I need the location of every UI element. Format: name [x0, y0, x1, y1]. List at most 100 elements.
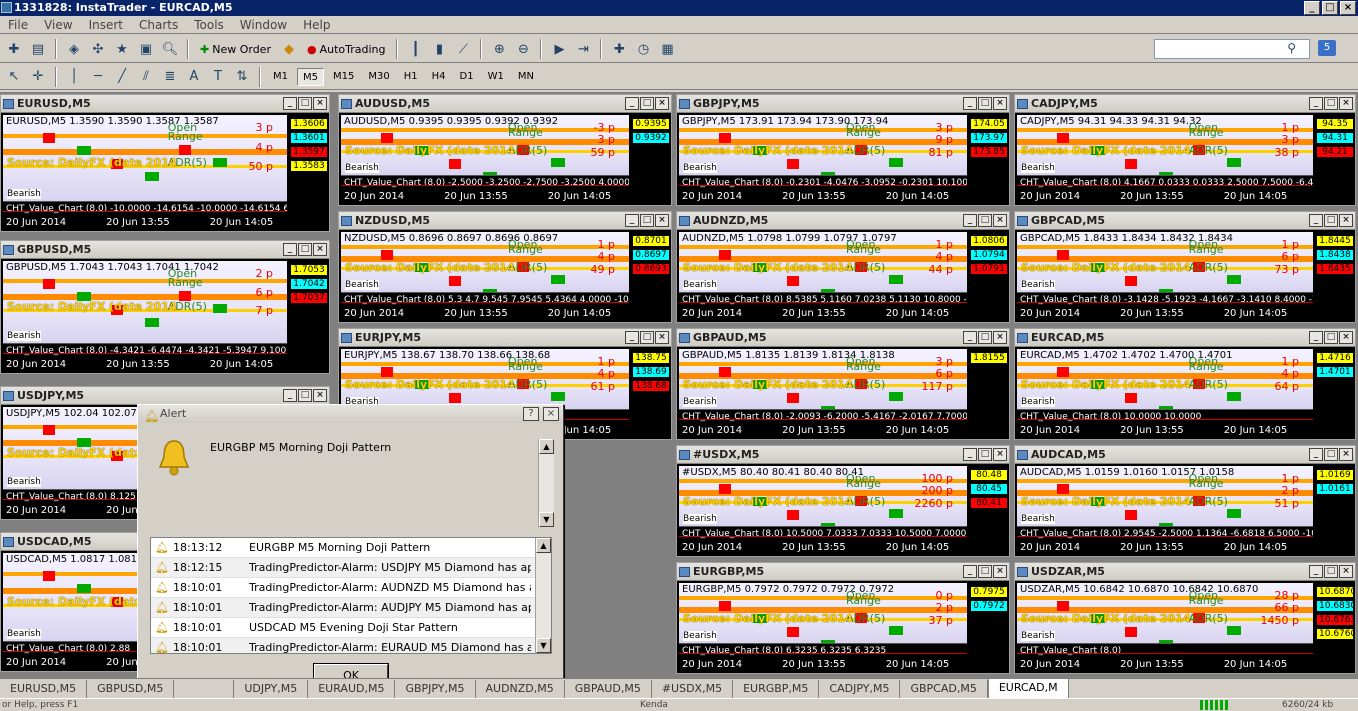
timeframe-h4[interactable]: H4	[427, 68, 451, 86]
chart-minimize-button[interactable]: _	[625, 97, 639, 110]
list-item[interactable]: 🔔︎ 18:10:01 TradingPredictor-Alarm: EURA…	[151, 638, 551, 653]
price-chart-area[interactable]: GBPUSD,M5 1.7043 1.7043 1.7041 1.7042 Op…	[3, 261, 287, 343]
chart-window-header[interactable]: EURUSD,M5 _ □ ×	[1, 95, 329, 113]
chart-maximize-button[interactable]: □	[978, 331, 992, 344]
price-scale[interactable]: 10.6870 10.6830 10.6763 10.6760	[1313, 583, 1355, 643]
price-scale[interactable]: 1.0806 1.0794 1.0791	[967, 232, 1009, 292]
terminal-icon[interactable]: ▣	[136, 39, 156, 59]
chart-close-button[interactable]: ×	[993, 97, 1007, 110]
search-icon[interactable]: ⚲	[1287, 41, 1296, 55]
chart-window[interactable]: #USDX,M5 _ □ × #USDX,M5 80.40 80.41 80.4…	[676, 445, 1010, 557]
chart-minimize-button[interactable]: _	[283, 389, 297, 402]
price-scale[interactable]: 1.8445 1.8438 1.8435	[1313, 232, 1355, 292]
chart-close-button[interactable]: ×	[993, 448, 1007, 461]
chart-maximize-button[interactable]: □	[298, 243, 312, 256]
price-chart-area[interactable]: EURGBP,M5 0.7972 0.7972 0.7972 0.7972 Op…	[679, 583, 967, 649]
timeframe-m15[interactable]: M15	[328, 68, 359, 86]
price-chart-area[interactable]: AUDUSD,M5 0.9395 0.9395 0.9392 0.9392 Op…	[341, 115, 629, 181]
chart-window[interactable]: EURGBP,M5 _ □ × EURGBP,M5 0.7972 0.7972 …	[676, 562, 1010, 674]
chart-window[interactable]: AUDUSD,M5 _ □ × AUDUSD,M5 0.9395 0.9395 …	[338, 94, 672, 206]
text-label-icon[interactable]: T	[208, 67, 228, 87]
autotrading-button[interactable]: ● AutoTrading	[303, 39, 390, 59]
chart-window-header[interactable]: EURCAD,M5 _ □ ×	[1015, 329, 1355, 347]
chart-maximize-button[interactable]: □	[1324, 565, 1338, 578]
chart-tab[interactable]: GBPJPY,M5	[395, 680, 476, 698]
timeframe-m30[interactable]: M30	[363, 68, 394, 86]
chart-minimize-button[interactable]: _	[625, 331, 639, 344]
chart-tab[interactable]: GBPUSD,M5	[87, 680, 175, 698]
scroll-down-icon[interactable]: ▼	[539, 512, 554, 527]
chart-minimize-button[interactable]: _	[963, 331, 977, 344]
chart-close-button[interactable]: ×	[313, 243, 327, 256]
chart-window[interactable]: EURCAD,M5 _ □ × EURCAD,M5 1.4702 1.4702 …	[1014, 328, 1356, 440]
chart-maximize-button[interactable]: □	[640, 97, 654, 110]
price-chart-area[interactable]: EURUSD,M5 1.3590 1.3590 1.3587 1.3587 Op…	[3, 115, 287, 201]
price-scale[interactable]: 1.4716 1.4701	[1313, 349, 1355, 409]
chart-window-header[interactable]: CADJPY,M5 _ □ ×	[1015, 95, 1355, 113]
chart-window-header[interactable]: AUDUSD,M5 _ □ ×	[339, 95, 671, 113]
price-scale[interactable]: 0.8701 0.8697 0.8693	[629, 232, 671, 292]
line-chart-icon[interactable]: ⟋	[453, 39, 473, 59]
chart-maximize-button[interactable]: □	[978, 97, 992, 110]
chart-maximize-button[interactable]: □	[1324, 448, 1338, 461]
chart-minimize-button[interactable]: _	[1309, 97, 1323, 110]
price-chart-area[interactable]: EURJPY,M5 138.67 138.70 138.66 138.68 Op…	[341, 349, 629, 415]
chart-tab[interactable]: #USDX,M5	[652, 680, 734, 698]
chart-window[interactable]: USDZAR,M5 _ □ × USDZAR,M5 10.6842 10.687…	[1014, 562, 1356, 674]
price-chart-area[interactable]: GBPCAD,M5 1.8433 1.8434 1.8432 1.8434 Op…	[1017, 232, 1313, 298]
arrows-icon[interactable]: ⇅	[232, 67, 252, 87]
chart-window-header[interactable]: AUDCAD,M5 _ □ ×	[1015, 446, 1355, 464]
price-scale[interactable]: 1.0169 1.0161	[1313, 466, 1355, 526]
timeframe-h1[interactable]: H1	[399, 68, 423, 86]
price-chart-area[interactable]: NZDUSD,M5 0.8696 0.8697 0.8696 0.8697 Op…	[341, 232, 629, 298]
chart-tab[interactable]: GBPCAD,M5	[900, 680, 988, 698]
menu-insert[interactable]: Insert	[81, 18, 131, 32]
auto-scroll-icon[interactable]: ▶	[549, 39, 569, 59]
mailbox-icon[interactable]: 5	[1318, 40, 1336, 56]
equidistant-channel-icon[interactable]: ⫽	[136, 67, 156, 87]
trendline-icon[interactable]: ╱	[112, 67, 132, 87]
price-chart-area[interactable]: GBPJPY,M5 173.91 173.94 173.90 173.94 Op…	[679, 115, 967, 181]
price-chart-area[interactable]: AUDNZD,M5 1.0798 1.0799 1.0797 1.0797 Op…	[679, 232, 967, 298]
indicators-icon[interactable]: ✚	[609, 39, 629, 59]
message-scrollbar[interactable]: ▲ ▼	[538, 439, 554, 527]
price-chart-area[interactable]: AUDCAD,M5 1.0159 1.0160 1.0157 1.0158 Op…	[1017, 466, 1313, 532]
zoom-out-icon[interactable]: ⊖	[513, 39, 533, 59]
timeframe-d1[interactable]: D1	[455, 68, 479, 86]
chart-minimize-button[interactable]: _	[625, 214, 639, 227]
chart-close-button[interactable]: ×	[993, 565, 1007, 578]
chart-minimize-button[interactable]: _	[1309, 448, 1323, 461]
data-window-icon[interactable]: ✣	[88, 39, 108, 59]
chart-close-button[interactable]: ×	[1339, 214, 1353, 227]
price-scale[interactable]: 0.9395 0.9392	[629, 115, 671, 175]
horizontal-line-icon[interactable]: ─	[88, 67, 108, 87]
candlestick-icon[interactable]: ▮	[429, 39, 449, 59]
chart-minimize-button[interactable]: _	[283, 243, 297, 256]
menu-tools[interactable]: Tools	[186, 18, 232, 32]
chart-tab[interactable]: EURUSD,M5	[0, 680, 88, 698]
price-chart-area[interactable]: GBPAUD,M5 1.8135 1.8139 1.8134 1.8138 Op…	[679, 349, 967, 415]
chart-minimize-button[interactable]: _	[1309, 214, 1323, 227]
scroll-up-icon[interactable]: ▲	[536, 538, 551, 553]
chart-maximize-button[interactable]: □	[640, 331, 654, 344]
chart-tab[interactable]	[174, 680, 235, 698]
text-icon[interactable]: A	[184, 67, 204, 87]
list-item[interactable]: 🔔︎ 18:10:01 USDCAD M5 Evening Doji Star …	[151, 618, 551, 638]
price-chart-area[interactable]: EURCAD,M5 1.4702 1.4702 1.4700 1.4701 Op…	[1017, 349, 1313, 415]
zoom-in-icon[interactable]: ⊕	[489, 39, 509, 59]
chart-close-button[interactable]: ×	[655, 97, 669, 110]
list-scrollbar[interactable]: ▲ ▼	[535, 538, 551, 653]
crosshair-icon[interactable]: ✛	[28, 67, 48, 87]
templates-icon[interactable]: ▦	[657, 39, 677, 59]
metaeditor-icon[interactable]: ◆	[279, 39, 299, 59]
chart-window-header[interactable]: EURJPY,M5 _ □ ×	[339, 329, 671, 347]
chart-maximize-button[interactable]: □	[298, 389, 312, 402]
price-scale[interactable]: 174.05 173.97 173.85	[967, 115, 1009, 175]
price-scale[interactable]: 1.8155	[967, 349, 1009, 409]
chart-window-header[interactable]: NZDUSD,M5 _ □ ×	[339, 212, 671, 230]
menu-file[interactable]: File	[0, 18, 36, 32]
timeframe-w1[interactable]: W1	[483, 68, 509, 86]
timeframe-m1[interactable]: M1	[268, 68, 293, 86]
chart-maximize-button[interactable]: □	[1324, 97, 1338, 110]
chart-maximize-button[interactable]: □	[640, 214, 654, 227]
